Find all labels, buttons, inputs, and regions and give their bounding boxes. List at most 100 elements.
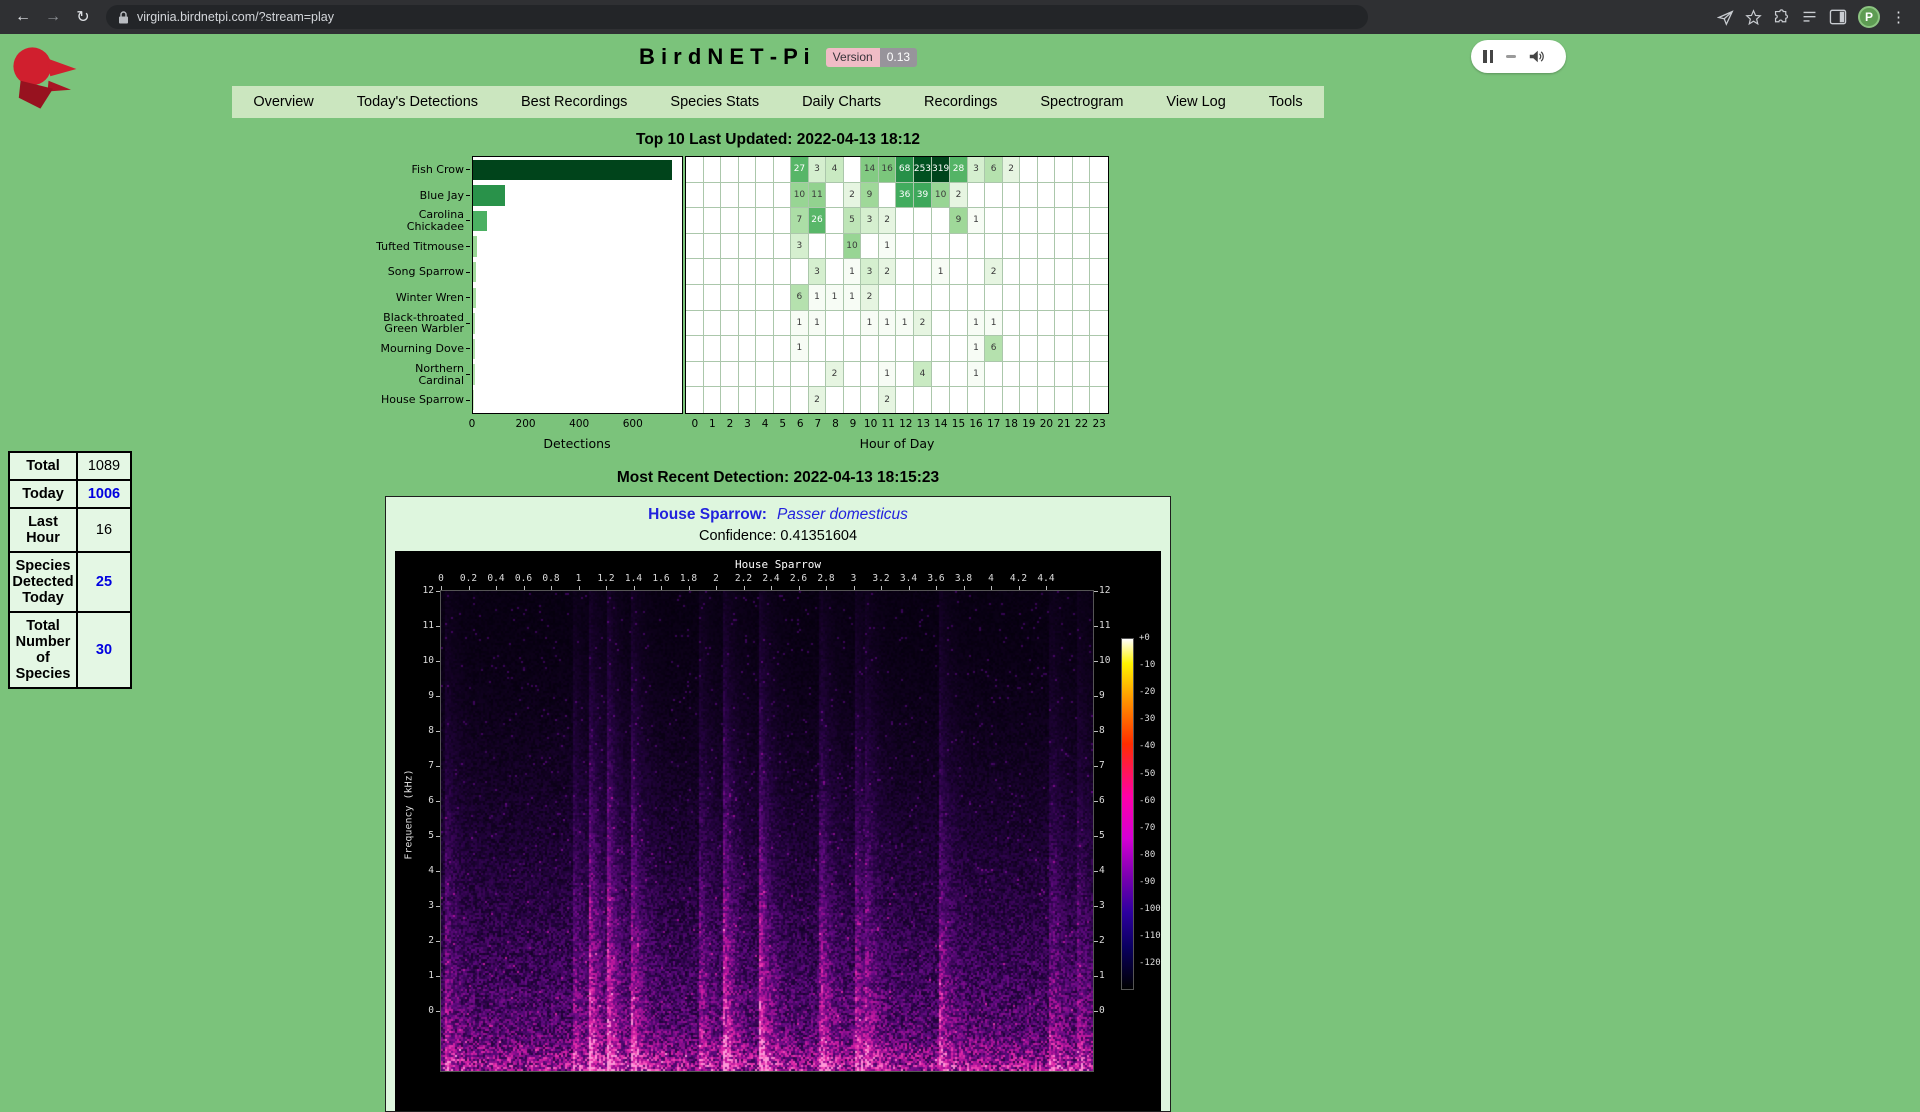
- spec-freq-tickmark: [1094, 626, 1098, 627]
- detection-confidence: Confidence: 0.41351604: [386, 528, 1170, 544]
- colorbar-tick: -120: [1139, 958, 1161, 968]
- forward-icon[interactable]: →: [40, 4, 66, 30]
- nav-item-overview[interactable]: Overview: [232, 86, 335, 118]
- heatmap-cell: [914, 208, 932, 234]
- spec-time-tickmark: [771, 586, 772, 590]
- nav-item-species-stats[interactable]: Species Stats: [649, 86, 781, 118]
- nav-item-best-recordings[interactable]: Best Recordings: [500, 86, 649, 118]
- reading-list-icon[interactable]: [1801, 9, 1818, 26]
- heatmap-cell: [1090, 208, 1108, 234]
- heatmap-cell: [809, 234, 827, 260]
- nav-item-daily-charts[interactable]: Daily Charts: [781, 86, 903, 118]
- heatmap-cell: [932, 336, 950, 362]
- heatmap-cell: [704, 208, 722, 234]
- heatmap-cell: 1: [844, 259, 862, 285]
- recent-label: Most Recent Detection:: [617, 469, 789, 486]
- heatmap-cell: [721, 387, 739, 413]
- heatmap-cell: 1: [791, 336, 809, 362]
- spec-freq-tick-right: 0: [1099, 1005, 1125, 1016]
- heatmap-cell: [914, 285, 932, 311]
- heatmap-cell: 6: [791, 285, 809, 311]
- heatmap-cell: 1: [791, 311, 809, 337]
- heatmap-cell: [950, 234, 968, 260]
- heatmap-cell: 1: [932, 259, 950, 285]
- colorbar-tick: -50: [1139, 769, 1155, 779]
- heatmap-cell: [739, 208, 757, 234]
- heatmap-cell: [950, 336, 968, 362]
- heatmap-cell: [1020, 336, 1038, 362]
- side-panel-icon[interactable]: [1829, 9, 1847, 25]
- species-label-mourning-dove: Mourning Dove: [373, 336, 470, 362]
- heatmap-cell: [914, 387, 932, 413]
- heatmap-cell: [1090, 183, 1108, 209]
- page-header: B i r d N E T - P iVersion0.13: [0, 34, 1556, 82]
- heatmap-cell: [1003, 259, 1021, 285]
- stats-link-value[interactable]: 1006: [77, 480, 131, 508]
- extensions-icon[interactable]: [1773, 9, 1790, 26]
- nav-item-recordings[interactable]: Recordings: [903, 86, 1019, 118]
- bar-xlabel: Detections: [543, 436, 610, 451]
- heatmap-cell: 28: [950, 157, 968, 183]
- colorbar-tick: -80: [1139, 850, 1155, 860]
- spec-freq-tickmark: [1094, 836, 1098, 837]
- menu-kebab-icon[interactable]: ⋮: [1891, 8, 1906, 26]
- heatmap-cell: [1020, 157, 1038, 183]
- back-icon[interactable]: ←: [10, 4, 36, 30]
- heatmap-cell: [686, 157, 704, 183]
- nav-item-today-s-detections[interactable]: Today's Detections: [335, 86, 499, 118]
- heatmap-cell: [950, 285, 968, 311]
- nav-item-spectrogram[interactable]: Spectrogram: [1019, 86, 1145, 118]
- heatmap-cell: [896, 208, 914, 234]
- heatmap-cell: 319: [932, 157, 950, 183]
- bar-winter-wren: [473, 288, 476, 308]
- nav-item-tools[interactable]: Tools: [1247, 86, 1324, 118]
- bookmark-star-icon[interactable]: [1745, 9, 1762, 26]
- heatmap-cell: [756, 336, 774, 362]
- heatmap-cell: [1055, 259, 1073, 285]
- heatmap-cell: [774, 336, 792, 362]
- spec-time-tick: 4: [988, 573, 994, 584]
- spec-time-tickmark: [991, 586, 992, 590]
- heatmap-cell: 1: [968, 362, 986, 388]
- stats-label: Last Hour: [9, 508, 77, 552]
- hour-xtick: 22: [1075, 418, 1088, 430]
- spec-time-tick: 3.2: [872, 573, 889, 584]
- stats-table-body: Total1089Today1006Last Hour16Species Det…: [9, 452, 131, 688]
- spec-freq-tick-right: 12: [1099, 585, 1125, 596]
- detection-common-name[interactable]: House Sparrow:: [648, 506, 767, 523]
- stats-value: 16: [77, 508, 131, 552]
- stats-link-value[interactable]: 25: [77, 552, 131, 612]
- heatmap-cell: 36: [896, 183, 914, 209]
- heatmap-cell: 16: [879, 157, 897, 183]
- heatmap-cell: [879, 183, 897, 209]
- send-icon[interactable]: [1717, 9, 1734, 26]
- heatmap-cell: [1020, 285, 1038, 311]
- heatmap-cell: [985, 285, 1003, 311]
- heatmap-cell: 1: [879, 362, 897, 388]
- heatmap-cell: [721, 208, 739, 234]
- heatmap-cell: [1055, 234, 1073, 260]
- spec-freq-tickmark: [1094, 801, 1098, 802]
- heatmap-cell: [739, 183, 757, 209]
- heatmap-cell: 253: [914, 157, 932, 183]
- heatmap-cell: [704, 157, 722, 183]
- spec-time-tick: 3.4: [900, 573, 917, 584]
- heatmap-cell: [791, 362, 809, 388]
- nav-item-view-log[interactable]: View Log: [1145, 86, 1247, 118]
- heatmap-cell: [1020, 311, 1038, 337]
- bar-xtick: 200: [516, 418, 536, 430]
- colorbar-tick: -90: [1139, 877, 1155, 887]
- heatmap-cell: [1020, 362, 1038, 388]
- detection-scientific-name[interactable]: Passer domesticus: [777, 506, 908, 523]
- heatmap-cell: [1073, 285, 1091, 311]
- spec-time-tickmark: [524, 586, 525, 590]
- spec-freq-tick-left: 8: [408, 725, 434, 736]
- heatmap-cell: 4: [914, 362, 932, 388]
- version-badge: Version0.13: [826, 48, 917, 67]
- heatmap-cell: [1055, 183, 1073, 209]
- heatmap-cell: [756, 311, 774, 337]
- stats-link-value[interactable]: 30: [77, 612, 131, 688]
- reload-icon[interactable]: ↻: [70, 4, 96, 30]
- profile-avatar[interactable]: P: [1858, 6, 1880, 28]
- url-bar[interactable]: virginia.birdnetpi.com/?stream=play: [106, 5, 1368, 29]
